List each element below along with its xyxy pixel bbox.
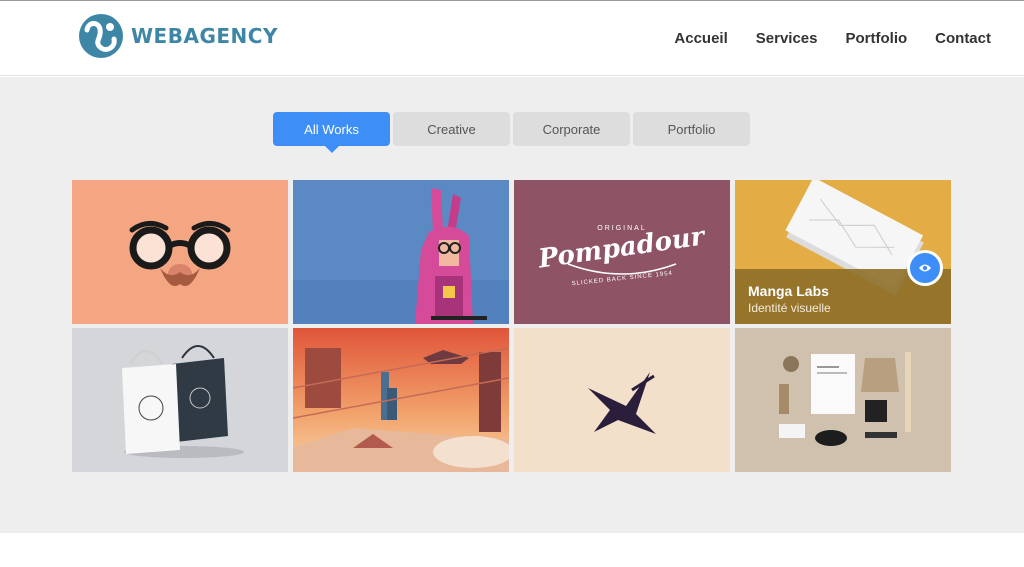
portfolio-grid: ORIGINAL Pompadour SLICKED BACK SINCE 19…: [72, 180, 952, 472]
abstract-bird-logo: [514, 328, 730, 472]
portfolio-item[interactable]: [735, 328, 951, 472]
pink-bunny-costume-illustration: [293, 180, 509, 324]
main-nav: Accueil Services Portfolio Contact: [646, 30, 991, 47]
portfolio-item[interactable]: [293, 180, 509, 324]
nav-portfolio[interactable]: Portfolio: [846, 30, 908, 47]
filter-creative[interactable]: Creative: [393, 112, 510, 146]
swirl-logo-icon: [79, 14, 123, 58]
brand-logo[interactable]: WEBAGENCY: [78, 13, 278, 59]
pompadour-logo-design: ORIGINAL Pompadour SLICKED BACK SINCE 19…: [514, 180, 730, 324]
filter-portfolio[interactable]: Portfolio: [633, 112, 750, 146]
portfolio-item-manga-labs[interactable]: Manga Labs Identité visuelle: [735, 180, 951, 324]
portfolio-item[interactable]: [293, 328, 509, 472]
portfolio-item[interactable]: ORIGINAL Pompadour SLICKED BACK SINCE 19…: [514, 180, 730, 324]
nav-services[interactable]: Services: [756, 30, 818, 47]
filter-corporate[interactable]: Corporate: [513, 112, 630, 146]
item-subtitle: Identité visuelle: [748, 301, 831, 315]
sunset-city-illustration: [293, 328, 509, 472]
shopping-bags-mockup: [72, 328, 288, 472]
stationery-branding-mockup: [735, 328, 951, 472]
glasses-mustache-illustration: [72, 180, 288, 324]
portfolio-item[interactable]: [72, 180, 288, 324]
site-header: WEBAGENCY Accueil Services Portfolio Con…: [0, 1, 1024, 76]
eye-icon: [919, 264, 931, 272]
nav-accueil[interactable]: Accueil: [674, 30, 727, 47]
portfolio-section: All Works Creative Corporate Portfolio O…: [0, 77, 1024, 533]
filter-tabs: All Works Creative Corporate Portfolio: [273, 112, 753, 153]
view-project-button[interactable]: [907, 250, 943, 286]
footer-area: [0, 533, 1024, 567]
portfolio-item[interactable]: [72, 328, 288, 472]
nav-contact[interactable]: Contact: [935, 30, 991, 47]
brand-name: WEBAGENCY: [131, 24, 278, 48]
filter-all-works[interactable]: All Works: [273, 112, 390, 153]
portfolio-item[interactable]: [514, 328, 730, 472]
item-title: Manga Labs: [748, 283, 829, 299]
